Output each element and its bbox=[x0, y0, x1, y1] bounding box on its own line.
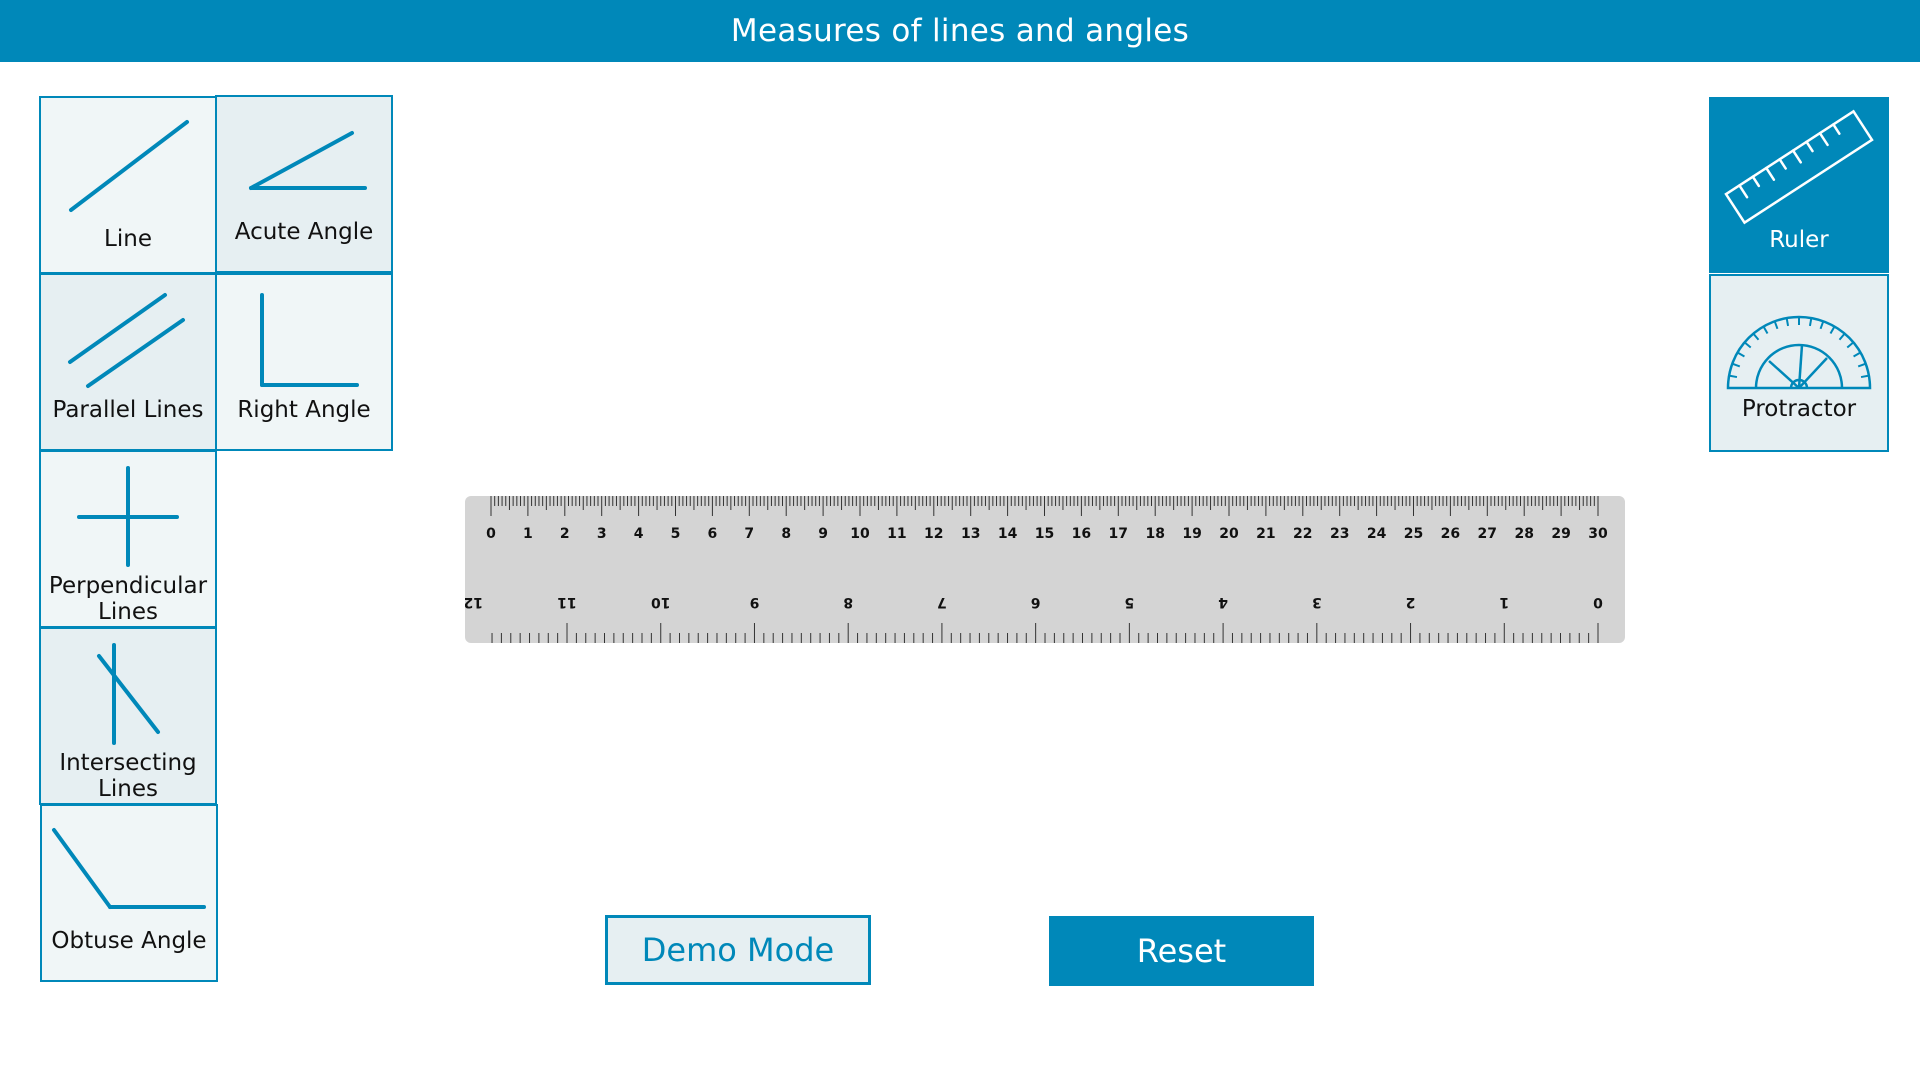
ruler-cm-label: 20 bbox=[1219, 526, 1239, 542]
tool-label: Protractor bbox=[1741, 396, 1857, 422]
ruler-cm-label: 7 bbox=[744, 526, 754, 542]
protractor-tick bbox=[1762, 326, 1769, 334]
tile-label-line: Lines bbox=[98, 599, 158, 625]
tile-label-line: Lines bbox=[98, 776, 158, 802]
ruler-cm-label: 13 bbox=[961, 526, 980, 542]
protractor-tick bbox=[1737, 351, 1745, 358]
protractor-tick bbox=[1752, 332, 1760, 341]
tile-label: Line bbox=[104, 226, 152, 252]
ruler-cm-label: 10 bbox=[850, 526, 870, 542]
ruler-cm-label: 24 bbox=[1367, 526, 1387, 542]
ruler-cm-label: 14 bbox=[998, 526, 1018, 542]
tile-label-line: Intersecting bbox=[59, 750, 197, 776]
parallel-lines-icon bbox=[68, 293, 185, 388]
ruler-cm-label: 5 bbox=[671, 526, 681, 542]
ruler-inch-label: 1 bbox=[1499, 594, 1509, 610]
tile-label: Right Angle bbox=[237, 397, 371, 423]
ruler-cm-label: 25 bbox=[1404, 526, 1423, 542]
ruler-cm-label: 1 bbox=[523, 526, 533, 542]
ruler-scale: 0 1 2 3 4 5 6 7 8 9 10 11 12 13 14 15 16 17 18 19 20 21 22 23 24… bbox=[465, 496, 1608, 643]
ruler-cm-label: 22 bbox=[1293, 526, 1312, 542]
ruler-cm-label: 21 bbox=[1256, 526, 1275, 542]
tool-ruler[interactable]: Ruler bbox=[1709, 97, 1889, 273]
ruler-cm-label: 2 bbox=[560, 526, 570, 542]
ruler-cm-label: 29 bbox=[1551, 526, 1570, 542]
tile-line[interactable]: Line bbox=[39, 96, 217, 274]
ruler-cm-label: 26 bbox=[1441, 526, 1460, 542]
app-header: Measures of lines and angles bbox=[0, 0, 1920, 62]
protractor-tick bbox=[1731, 362, 1741, 368]
ruler-inch-label: 12 bbox=[465, 594, 483, 610]
ruler-inch-label: 8 bbox=[843, 594, 853, 610]
protractor-tick bbox=[1773, 320, 1779, 330]
protractor-tick bbox=[1728, 374, 1738, 379]
tool-label: Ruler bbox=[1769, 227, 1829, 253]
ruler-cm-label: 16 bbox=[1072, 526, 1091, 542]
ruler-inch-label: 4 bbox=[1218, 594, 1228, 610]
ruler-inch-label: 7 bbox=[937, 594, 947, 610]
protractor-tick bbox=[1860, 374, 1870, 379]
tile-intersecting-lines[interactable]: Intersecting Lines bbox=[39, 627, 217, 805]
ruler-inch-label: 10 bbox=[651, 594, 671, 610]
protractor-tick bbox=[1857, 362, 1867, 368]
ruler-cm-label: 18 bbox=[1145, 526, 1164, 542]
ruler-inch-label: 6 bbox=[1031, 594, 1041, 610]
protractor-tick bbox=[1853, 351, 1861, 358]
ruler-cm-label: 6 bbox=[708, 526, 718, 542]
ruler-cm-label: 17 bbox=[1109, 526, 1128, 542]
ruler-cm-label: 8 bbox=[781, 526, 791, 542]
ruler-cm-label: 27 bbox=[1478, 526, 1497, 542]
protractor-tick bbox=[1808, 317, 1813, 327]
ruler-cm-label: 23 bbox=[1330, 526, 1349, 542]
tile-label-line: Perpendicular bbox=[48, 573, 208, 599]
right-angle-icon bbox=[260, 293, 359, 387]
ruler-cm-label: 9 bbox=[818, 526, 828, 542]
protractor-tick bbox=[1785, 317, 1790, 327]
ruler-cm-label: 30 bbox=[1588, 526, 1608, 542]
page-title: Measures of lines and angles bbox=[730, 13, 1190, 49]
ruler-cm-label: 11 bbox=[887, 526, 906, 542]
protractor-icon bbox=[1726, 315, 1872, 390]
demo-mode-button[interactable]: Demo Mode bbox=[605, 915, 871, 985]
reset-button[interactable]: Reset bbox=[1049, 916, 1314, 986]
ruler-inch-label: 5 bbox=[1124, 594, 1134, 610]
tool-protractor[interactable]: Protractor bbox=[1709, 274, 1889, 452]
ruler-inch-label: 11 bbox=[557, 594, 576, 610]
tile-acute-angle[interactable]: Acute Angle bbox=[215, 95, 393, 273]
tile-perpendicular-lines[interactable]: Perpendicular Lines bbox=[39, 450, 217, 628]
ruler-inch-label: 9 bbox=[750, 594, 760, 610]
ruler-cm-label: 4 bbox=[634, 526, 644, 542]
tile-label: Obtuse Angle bbox=[51, 928, 207, 954]
tile-label: Perpendicular Lines bbox=[41, 573, 215, 625]
ruler-cm-label: 19 bbox=[1182, 526, 1201, 542]
protractor-tick bbox=[1819, 320, 1825, 330]
protractor-tick bbox=[1838, 332, 1846, 341]
ruler-inch-label: 0 bbox=[1593, 594, 1603, 610]
tile-parallel-lines[interactable]: Parallel Lines bbox=[39, 273, 217, 451]
tile-label: Intersecting Lines bbox=[41, 750, 215, 802]
ruler-inch-label: 3 bbox=[1312, 594, 1322, 610]
ruler-cm-label: 12 bbox=[924, 526, 943, 542]
protractor-tick bbox=[1743, 341, 1752, 349]
tile-label: Acute Angle bbox=[234, 219, 374, 245]
tile-label: Parallel Lines bbox=[52, 397, 204, 423]
ruler-instrument[interactable]: 0 1 2 3 4 5 6 7 8 9 10 11 12 13 14 15 16 17 18 19 20 21 22 23 24… bbox=[465, 496, 1625, 643]
tile-obtuse-angle[interactable]: Obtuse Angle bbox=[40, 804, 218, 982]
tile-right-angle[interactable]: Right Angle bbox=[215, 273, 393, 451]
obtuse-angle-icon bbox=[52, 828, 206, 909]
ruler-cm-label: 28 bbox=[1514, 526, 1533, 542]
ruler-cm-label: 0 bbox=[486, 526, 496, 542]
ruler-cm-label: 3 bbox=[597, 526, 607, 542]
ruler-cm-label: 15 bbox=[1035, 526, 1054, 542]
protractor-tick bbox=[1829, 326, 1836, 334]
ruler-inch-label: 2 bbox=[1406, 594, 1416, 610]
protractor-tick bbox=[1846, 341, 1855, 349]
acute-angle-icon bbox=[249, 131, 367, 190]
